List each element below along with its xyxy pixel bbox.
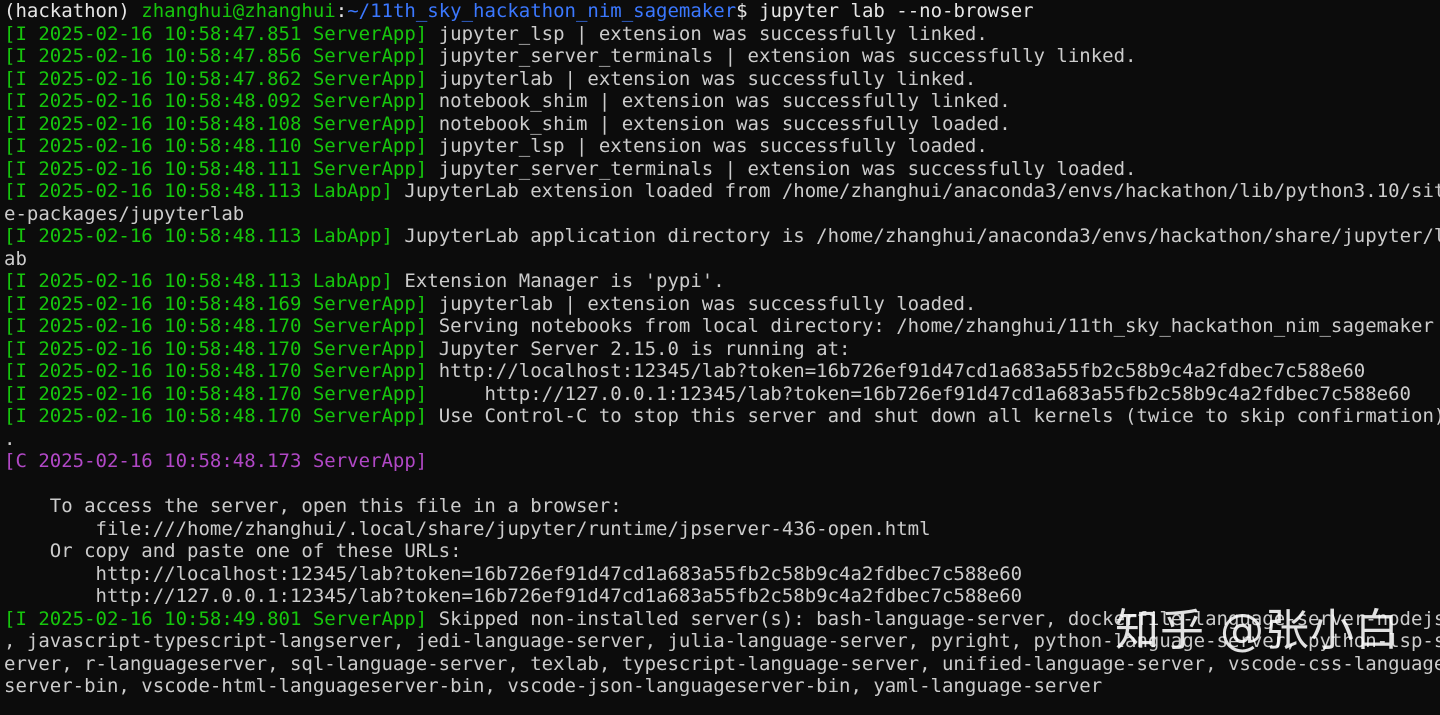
log-line: erver, r-languageserver, sql-language-se… [4, 653, 1440, 676]
log-line: [I 2025-02-16 10:58:48.169 ServerApp] ju… [4, 293, 1440, 316]
log-message: To access the server, open this file in … [4, 495, 622, 517]
log-message: jupyterlab | extension was successfully … [427, 67, 977, 90]
log-prefix: [I 2025-02-16 10:58:48.108 ServerApp] [4, 112, 428, 135]
log-message: jupyter_lsp | extension was successfully… [427, 22, 988, 45]
log-prefix: [I 2025-02-16 10:58:48.170 ServerApp] [4, 360, 428, 382]
log-message: jupyterlab | extension was successfully … [427, 292, 977, 315]
log-prefix: [C 2025-02-16 10:58:48.173 ServerApp] [4, 450, 428, 472]
log-prefix: [I 2025-02-16 10:58:48.092 ServerApp] [4, 90, 428, 112]
log-message: file:///home/zhanghui/.local/share/jupyt… [4, 517, 931, 540]
log-message: Use Control-C to stop this server and sh… [427, 405, 1440, 427]
conda-env: (hackathon) [4, 0, 142, 22]
log-prefix: [I 2025-02-16 10:58:48.170 ServerApp] [4, 382, 428, 405]
log-line: [I 2025-02-16 10:58:47.851 ServerApp] ju… [4, 23, 1440, 46]
log-message: http://127.0.0.1:12345/lab?token=16b726e… [427, 382, 1412, 405]
log-message: notebook_shim | extension was successful… [427, 112, 1011, 135]
log-prefix: [I 2025-02-16 10:58:48.113 LabApp] [4, 225, 393, 247]
prompt-line: (hackathon) zhanghui@zhanghui:~/11th_sky… [4, 0, 1440, 23]
log-line: [I 2025-02-16 10:58:47.856 ServerApp] ju… [4, 45, 1440, 68]
log-message: Or copy and paste one of these URLs: [4, 540, 462, 562]
log-message: Skipped non-installed server(s): bash-la… [427, 607, 1440, 630]
terminal-window[interactable]: (hackathon) zhanghui@zhanghui:~/11th_sky… [0, 0, 1440, 715]
log-message: Extension Manager is 'pypi'. [392, 270, 725, 292]
log-line: [I 2025-02-16 10:58:48.108 ServerApp] no… [4, 113, 1440, 136]
log-message: jupyter_server_terminals | extension was… [427, 157, 1137, 180]
log-prefix: [I 2025-02-16 10:58:49.801 ServerApp] [4, 607, 428, 630]
log-line: [I 2025-02-16 10:58:48.110 ServerApp] ju… [4, 135, 1440, 158]
log-message: jupyter_server_terminals | extension was… [427, 45, 1137, 67]
log-prefix: [I 2025-02-16 10:58:48.170 ServerApp] [4, 315, 428, 337]
log-line: server-bin, vscode-html-languageserver-b… [4, 675, 1440, 698]
log-line: To access the server, open this file in … [4, 495, 1440, 518]
log-message: ab [4, 247, 27, 270]
log-prefix: [I 2025-02-16 10:58:48.169 ServerApp] [4, 292, 428, 315]
log-line: http://localhost:12345/lab?token=16b726e… [4, 563, 1440, 586]
log-line: [I 2025-02-16 10:58:48.113 LabApp] Exten… [4, 270, 1440, 293]
log-line: [I 2025-02-16 10:58:48.170 ServerApp] Se… [4, 315, 1440, 338]
user-host: zhanghui@zhanghui [141, 0, 336, 22]
log-prefix: [I 2025-02-16 10:58:48.111 ServerApp] [4, 157, 428, 180]
log-line: [I 2025-02-16 10:58:48.170 ServerApp] ht… [4, 360, 1440, 383]
current-path: ~/11th_sky_hackathon_nim_sagemaker [347, 0, 737, 22]
log-line: [I 2025-02-16 10:58:48.111 ServerApp] ju… [4, 158, 1440, 181]
log-prefix: [I 2025-02-16 10:58:48.113 LabApp] [4, 270, 393, 292]
prompt-symbol: $ [736, 0, 760, 22]
log-prefix: [I 2025-02-16 10:58:48.170 ServerApp] [4, 337, 428, 360]
log-message: . [4, 427, 16, 450]
log-prefix: [I 2025-02-16 10:58:47.856 ServerApp] [4, 45, 428, 67]
log-message: e-packages/jupyterlab [4, 202, 245, 225]
command-text: jupyter lab --no-browser [759, 0, 1034, 22]
log-line: [I 2025-02-16 10:58:47.862 ServerApp] ju… [4, 68, 1440, 91]
log-line: [I 2025-02-16 10:58:48.113 LabApp] Jupyt… [4, 180, 1440, 203]
prompt-colon: : [335, 0, 348, 22]
log-message: jupyter_lsp | extension was successfully… [427, 135, 988, 157]
log-message: Serving notebooks from local directory: … [427, 315, 1434, 337]
log-prefix: [I 2025-02-16 10:58:48.113 LabApp] [4, 180, 393, 202]
log-message: Jupyter Server 2.15.0 is running at: [427, 337, 851, 360]
log-line: e-packages/jupyterlab [4, 203, 1440, 226]
log-line: [I 2025-02-16 10:58:49.801 ServerApp] Sk… [4, 608, 1440, 631]
log-prefix: [I 2025-02-16 10:58:47.862 ServerApp] [4, 67, 428, 90]
log-prefix: [I 2025-02-16 10:58:48.110 ServerApp] [4, 135, 428, 157]
log-output: [I 2025-02-16 10:58:47.851 ServerApp] ju… [4, 23, 1440, 698]
log-line: [I 2025-02-16 10:58:48.170 ServerApp] Us… [4, 405, 1440, 428]
log-message: erver, r-languageserver, sql-language-se… [4, 652, 1440, 675]
log-line: file:///home/zhanghui/.local/share/jupyt… [4, 518, 1440, 541]
log-line: . [4, 428, 1440, 451]
log-line: , javascript-typescript-langserver, jedi… [4, 630, 1440, 653]
log-message: server-bin, vscode-html-languageserver-b… [4, 675, 1103, 697]
log-prefix: [I 2025-02-16 10:58:48.170 ServerApp] [4, 405, 428, 427]
log-prefix: [I 2025-02-16 10:58:47.851 ServerApp] [4, 22, 428, 45]
log-message: JupyterLab extension loaded from /home/z… [392, 180, 1440, 202]
log-line: [I 2025-02-16 10:58:48.170 ServerApp] ht… [4, 383, 1440, 406]
log-line: [I 2025-02-16 10:58:48.113 LabApp] Jupyt… [4, 225, 1440, 248]
log-message: http://localhost:12345/lab?token=16b726e… [4, 562, 1023, 585]
log-message: http://localhost:12345/lab?token=16b726e… [427, 360, 1366, 382]
log-line: Or copy and paste one of these URLs: [4, 540, 1440, 563]
log-line: [C 2025-02-16 10:58:48.173 ServerApp] [4, 450, 1440, 473]
log-line: [I 2025-02-16 10:58:48.170 ServerApp] Ju… [4, 338, 1440, 361]
log-line: [I 2025-02-16 10:58:48.092 ServerApp] no… [4, 90, 1440, 113]
log-message: , javascript-typescript-langserver, jedi… [4, 630, 1440, 652]
log-line: http://127.0.0.1:12345/lab?token=16b726e… [4, 585, 1440, 608]
log-line: ab [4, 248, 1440, 271]
log-message: JupyterLab application directory is /hom… [392, 225, 1440, 247]
log-message: http://127.0.0.1:12345/lab?token=16b726e… [4, 585, 1023, 607]
log-message: notebook_shim | extension was successful… [427, 90, 1011, 112]
